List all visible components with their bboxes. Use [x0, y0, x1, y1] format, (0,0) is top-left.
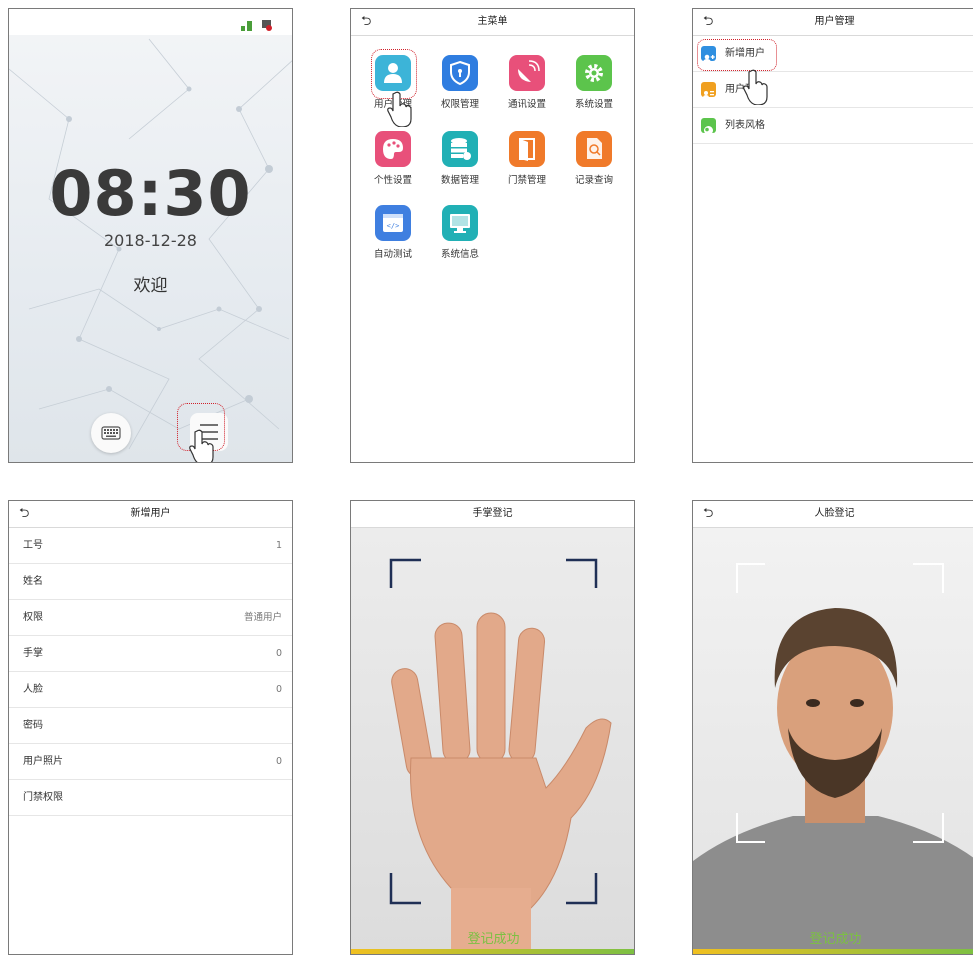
progress-bar: [351, 949, 634, 954]
menu-item-label: 数据管理: [440, 175, 479, 186]
welcome-text: 欢迎: [133, 276, 168, 296]
menu-item-comm-settings[interactable]: 通讯设置: [497, 55, 557, 110]
menu-item-label: 权限管理: [440, 99, 479, 110]
back-icon[interactable]: ⮌: [361, 9, 371, 35]
shield-icon: [442, 55, 478, 91]
menu-item-label: 系统设置: [574, 99, 613, 110]
page-title: 手掌登记: [472, 508, 513, 519]
face-image: [693, 563, 973, 954]
progress-bar: [693, 949, 973, 954]
face-enroll-screen: ⮌ 人脸登记 登记成功: [692, 500, 973, 955]
menu-item-label: 通讯设置: [507, 99, 546, 110]
camera-preview: 登记成功: [351, 528, 634, 954]
list-item-list-style[interactable]: 列表风格: [693, 108, 973, 144]
field-value: 普通用户: [243, 612, 282, 623]
menu-item-label: 系统信息: [440, 249, 479, 260]
menu-item-access-management[interactable]: 门禁管理: [497, 131, 557, 186]
list-item-user-list[interactable]: 用户列表: [693, 72, 973, 108]
network-status-icon: [241, 16, 252, 31]
menu-item-label: 自动测试: [373, 249, 412, 260]
door-icon: [509, 131, 545, 167]
new-user-screen: ⮌ 新增用户 工号 1 姓名 权限 普通用户 手掌 0 人脸 0 密码 用户照片 0 门禁…: [8, 500, 293, 955]
pointer-hand-icon: [189, 429, 214, 462]
menu-item-data-management[interactable]: 数据管理: [430, 131, 490, 186]
user-management-screen: ⮌ 用户管理 新增用户 用户列表 列表风格: [692, 8, 973, 463]
menu-item-system-info[interactable]: 系统信息: [430, 205, 490, 260]
field-row-role[interactable]: 权限 普通用户: [9, 600, 292, 636]
menu-item-system-settings[interactable]: 系统设置: [564, 55, 624, 110]
enroll-status: 登记成功: [467, 932, 520, 947]
enroll-status: 登记成功: [809, 932, 862, 947]
pointer-hand-icon: [743, 69, 768, 105]
field-label: 用户照片: [23, 756, 63, 767]
page-title: 新增用户: [130, 508, 171, 519]
main-menu-screen: ⮌ 主菜单 用户管理 权限管理 通讯设置 系统设置 个性设置: [350, 8, 635, 463]
user-list-icon: [701, 82, 716, 99]
palm-image: [389, 558, 612, 954]
field-row-face[interactable]: 人脸 0: [9, 672, 292, 708]
field-row-password[interactable]: 密码: [9, 708, 292, 744]
gear-icon: [576, 55, 612, 91]
menu-item-record-query[interactable]: 记录查询: [564, 131, 624, 186]
usb-status-icon: [261, 16, 272, 31]
field-row-user-photo[interactable]: 用户照片 0: [9, 744, 292, 780]
field-row-id[interactable]: 工号 1: [9, 528, 292, 564]
menu-item-access-control[interactable]: 权限管理: [430, 55, 490, 110]
monitor-icon: [442, 205, 478, 241]
field-row-palm[interactable]: 手掌 0: [9, 636, 292, 672]
status-bar: [9, 9, 292, 35]
field-label: 密码: [23, 720, 43, 731]
camera-preview: 登记成功: [693, 528, 973, 954]
field-row-access-rights[interactable]: 门禁权限: [9, 780, 292, 816]
standby-screen: 08:30 2018-12-28 欢迎: [8, 8, 293, 463]
record-search-icon: [576, 131, 612, 167]
palm-enroll-screen: 手掌登记 登记成功: [350, 500, 635, 955]
field-label: 手掌: [23, 648, 43, 659]
page-title: 人脸登记: [814, 508, 855, 519]
keyboard-button[interactable]: [91, 413, 131, 453]
field-label: 姓名: [23, 576, 43, 587]
main-menu-header: ⮌ 主菜单: [351, 9, 634, 36]
field-value: 0: [275, 648, 282, 659]
back-icon[interactable]: ⮌: [703, 9, 713, 35]
field-label: 人脸: [23, 684, 43, 695]
menu-item-label: 门禁管理: [507, 175, 546, 186]
database-icon: [442, 131, 478, 167]
field-value: 1: [275, 540, 282, 551]
palm-enroll-header: 手掌登记: [351, 501, 634, 528]
back-icon[interactable]: ⮌: [19, 501, 29, 527]
pointer-hand-icon: [387, 91, 412, 127]
clock-time: 08:30: [49, 157, 252, 230]
menu-item-auto-test[interactable]: </> 自动测试: [363, 205, 423, 260]
menu-item-personalize[interactable]: 个性设置: [363, 131, 423, 186]
keyboard-icon: [101, 426, 121, 440]
field-value: 0: [275, 684, 282, 695]
palette-icon: [375, 131, 411, 167]
new-user-header: ⮌ 新增用户: [9, 501, 292, 528]
satellite-icon: [509, 55, 545, 91]
clock-date: 2018-12-28: [104, 231, 197, 250]
field-label: 门禁权限: [23, 792, 63, 803]
svg-text:</>: </>: [387, 222, 400, 230]
list-item-label: 列表风格: [725, 120, 765, 131]
field-value: 0: [275, 756, 282, 767]
page-title: 主菜单: [477, 16, 508, 27]
field-label: 权限: [23, 612, 43, 623]
back-icon[interactable]: ⮌: [703, 501, 713, 527]
menu-item-label: 记录查询: [574, 175, 613, 186]
list-style-icon: [701, 118, 716, 135]
user-management-header: ⮌ 用户管理: [693, 9, 973, 36]
field-label: 工号: [23, 540, 43, 551]
highlight-new-user: [697, 39, 777, 71]
menu-item-label: 个性设置: [373, 175, 412, 186]
code-icon: </>: [375, 205, 411, 241]
field-row-name[interactable]: 姓名: [9, 564, 292, 600]
page-title: 用户管理: [814, 16, 855, 27]
face-enroll-header: ⮌ 人脸登记: [693, 501, 973, 528]
